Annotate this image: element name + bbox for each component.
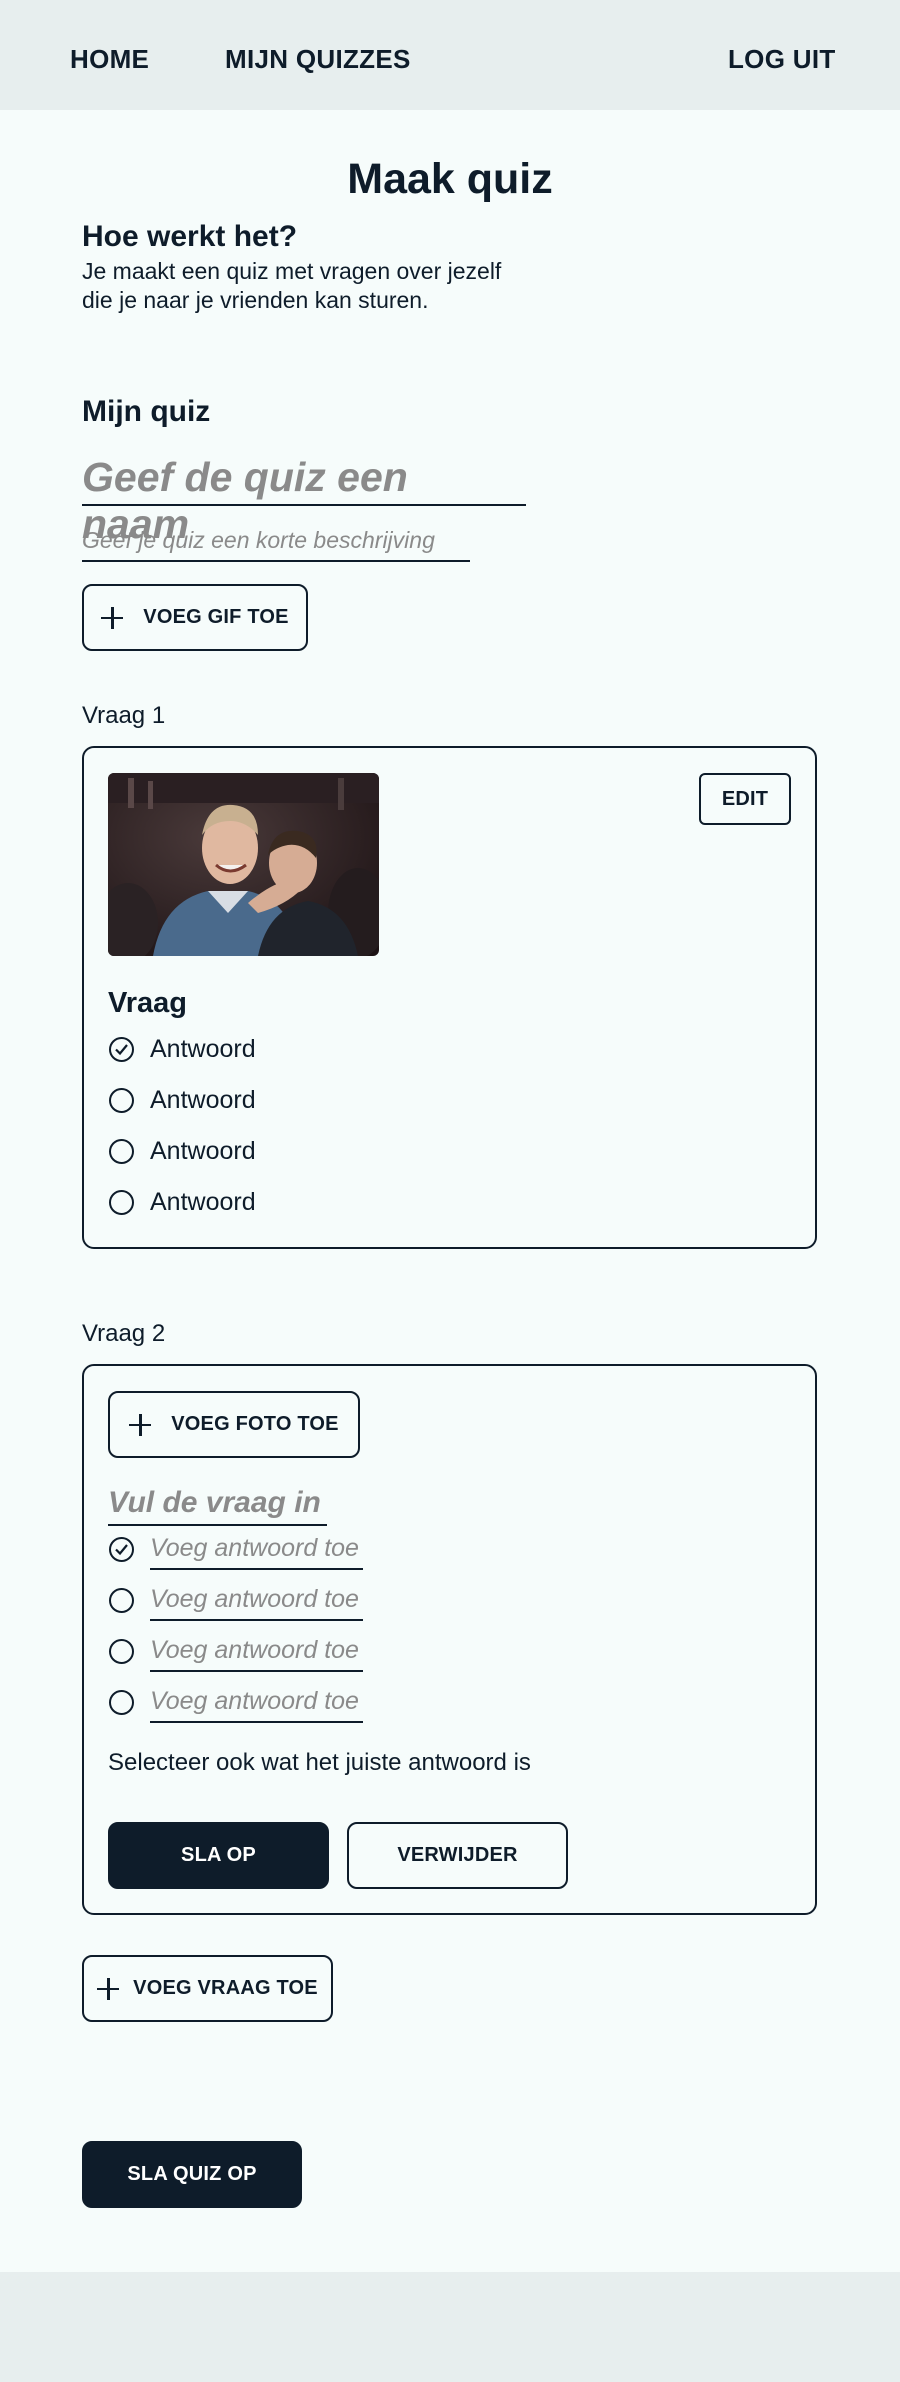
question-2-answer-4-input[interactable]: Voeg antwoord toe — [150, 1687, 363, 1723]
delete-question-button[interactable]: VERWIJDER — [347, 1822, 568, 1889]
question-2-text-input[interactable]: Vul de vraag in — [108, 1486, 327, 1526]
add-photo-button[interactable]: VOEG FOTO TOE — [108, 1391, 360, 1458]
top-nav: HOME MIJN QUIZZES LOG UIT — [0, 0, 900, 110]
page-title: Maak quiz — [347, 155, 553, 203]
save-question-button[interactable]: SLA OP — [108, 1822, 329, 1889]
add-photo-label: VOEG FOTO TOE — [171, 1413, 339, 1435]
edit-question-1-button[interactable]: EDIT — [699, 773, 791, 825]
my-quiz-heading: Mijn quiz — [82, 395, 211, 428]
how-it-works-line-1: Je maakt een quiz met vragen over jezelf — [82, 258, 502, 284]
question-2-answer-1-radio-checked[interactable] — [109, 1537, 134, 1562]
question-2-answer-2-radio[interactable] — [109, 1588, 134, 1613]
footer — [0, 2272, 900, 2382]
question-1-answer-4-radio[interactable] — [109, 1190, 134, 1215]
save-quiz-button[interactable]: SLA QUIZ OP — [82, 2141, 302, 2208]
question-2-answer-4-radio[interactable] — [109, 1690, 134, 1715]
nav-home-link[interactable]: HOME — [70, 44, 149, 75]
question-2-answer-1-input[interactable]: Voeg antwoord toe — [150, 1534, 363, 1570]
add-question-label: VOEG VRAAG TOE — [133, 1977, 318, 1999]
plus-icon — [129, 1413, 152, 1436]
add-gif-label: VOEG GIF TOE — [143, 606, 289, 628]
how-it-works-heading: Hoe werkt het? — [82, 220, 298, 253]
check-icon — [115, 1544, 128, 1556]
question-1-answer-3: Antwoord — [150, 1137, 256, 1165]
quiz-name-input[interactable]: Geef de quiz een naam — [82, 454, 526, 547]
how-it-works-line-2: die je naar je vrienden kan sturen. — [82, 287, 429, 313]
question-1-text: Vraag — [108, 987, 187, 1019]
question-1-answer-2: Antwoord — [150, 1086, 256, 1114]
question-1-photo — [108, 773, 379, 956]
add-question-button[interactable]: VOEG VRAAG TOE — [82, 1955, 333, 2022]
question-1-answer-4: Antwoord — [150, 1188, 256, 1216]
plus-icon — [97, 1977, 120, 2000]
question-1-answer-2-radio[interactable] — [109, 1088, 134, 1113]
nav-my-quizzes-link[interactable]: MIJN QUIZZES — [225, 44, 411, 75]
question-1-answer-1: Antwoord — [150, 1035, 256, 1063]
question-1-label: Vraag 1 — [82, 702, 166, 729]
plus-icon — [101, 606, 124, 629]
question-1-answer-1-radio-checked[interactable] — [109, 1037, 134, 1062]
question-2-label: Vraag 2 — [82, 1320, 166, 1347]
photo-image — [108, 773, 379, 956]
nav-logout-link[interactable]: LOG UIT — [728, 44, 836, 75]
add-gif-button[interactable]: VOEG GIF TOE — [82, 584, 308, 651]
question-2-answer-3-radio[interactable] — [109, 1639, 134, 1664]
question-1-answer-3-radio[interactable] — [109, 1139, 134, 1164]
select-correct-answer-hint: Selecteer ook wat het juiste antwoord is — [108, 1749, 531, 1776]
question-2-answer-2-input[interactable]: Voeg antwoord toe — [150, 1585, 363, 1621]
check-icon — [115, 1044, 128, 1056]
question-2-answer-3-input[interactable]: Voeg antwoord toe — [150, 1636, 363, 1672]
quiz-description-input[interactable]: Geef je quiz een korte beschrijving — [82, 527, 470, 562]
